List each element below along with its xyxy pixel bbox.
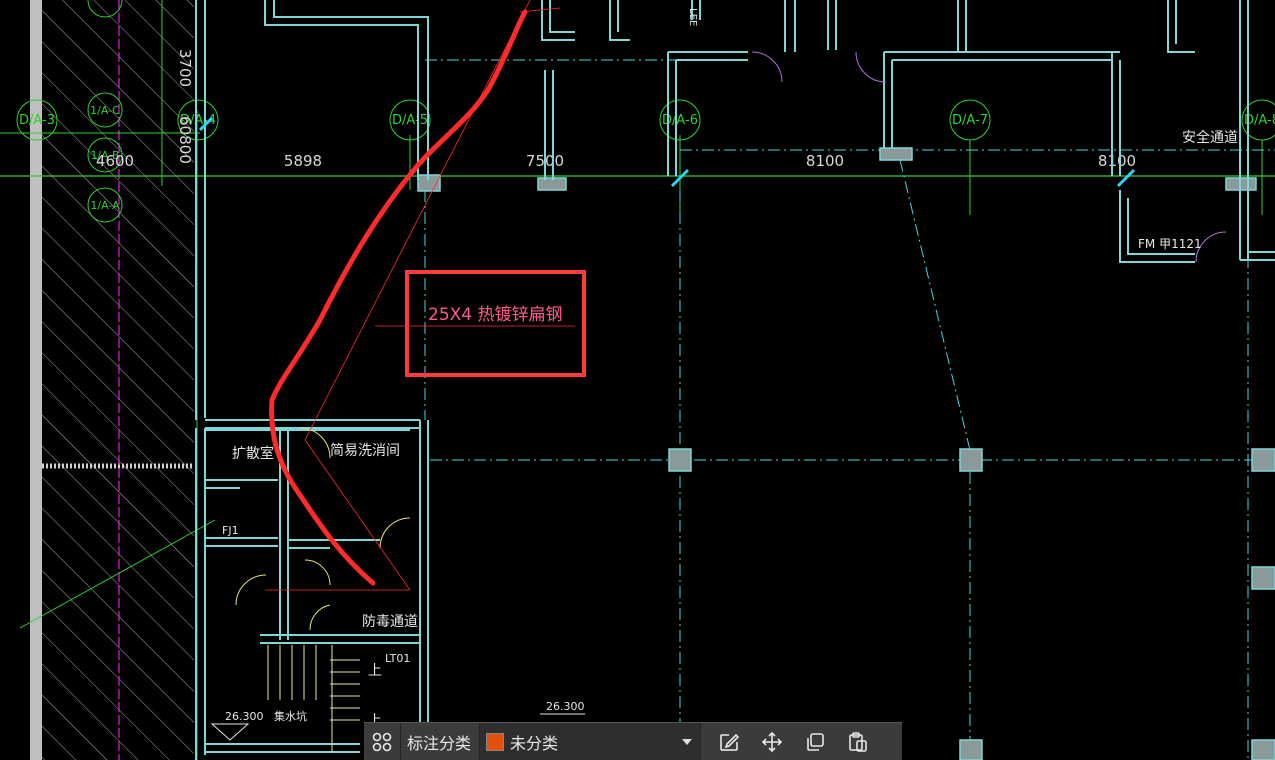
dim-3700: 3700 (176, 49, 194, 87)
tag-elev-1: 26.300 (225, 710, 264, 723)
category-select[interactable]: 未分类 (479, 723, 702, 760)
tag-fm-door: FM 甲1121 (1138, 237, 1202, 251)
dim-8100-b: 8100 (1098, 152, 1136, 170)
axis-bubble-label-1: D/A-3 (19, 113, 55, 128)
dim-5898: 5898 (284, 152, 322, 170)
markup-stroke (269, 9, 528, 586)
annotation-text: 25X4 热镀锌扁钢 (428, 305, 563, 325)
axis-bubble-label-8: D/A-7 (952, 113, 988, 128)
category-selected-value: 未分类 (510, 734, 559, 753)
tag-stair-up-1: 上 (368, 663, 382, 679)
room-gas-passage: 防毒通道 (362, 614, 418, 630)
axis-bubble-label-2: 1/A-C (90, 104, 120, 117)
stairs (267, 645, 360, 752)
tag-gas-pit: 集水坑 (274, 709, 307, 723)
room-decontam: 扩散室 (232, 445, 274, 462)
tag-lee: LEE (687, 8, 698, 26)
tag-elev-2: 26.300 (546, 700, 585, 713)
axis-bubble-label-4: 1/A-A (90, 199, 120, 212)
dim-8100-a: 8100 (806, 152, 844, 170)
category-label: 标注分类 (407, 734, 472, 753)
move-icon[interactable] (750, 724, 793, 760)
paste-icon[interactable] (836, 724, 879, 760)
axis-bubble-label-6: D/A-5 (392, 113, 428, 128)
category-color-swatch (486, 733, 505, 751)
room-shower: 简易洗消间 (330, 442, 400, 459)
walls (195, 0, 1275, 760)
tag-fj: FJ1 (222, 524, 239, 537)
edit-icon[interactable] (707, 724, 750, 760)
tag-lt: LT01 (385, 652, 410, 665)
annotation-toolbar: 标注分类 未分类 (364, 722, 902, 760)
cad-viewer[interactable]: D/A-3 1/A-C 1/A-B 1/A-A D/A-4 D/A-5 D/A-… (0, 0, 1275, 760)
chevron-down-icon[interactable] (682, 739, 693, 745)
drawing-canvas[interactable]: D/A-3 1/A-C 1/A-B 1/A-A D/A-4 D/A-5 D/A-… (0, 0, 1275, 760)
room-safety-passage: 安全通道 (1182, 129, 1238, 146)
copy-icon[interactable] (793, 724, 836, 760)
dim-4600: 4600 (96, 152, 134, 170)
grid-icon[interactable] (364, 724, 400, 760)
dim-60800: 60800 (176, 116, 194, 164)
